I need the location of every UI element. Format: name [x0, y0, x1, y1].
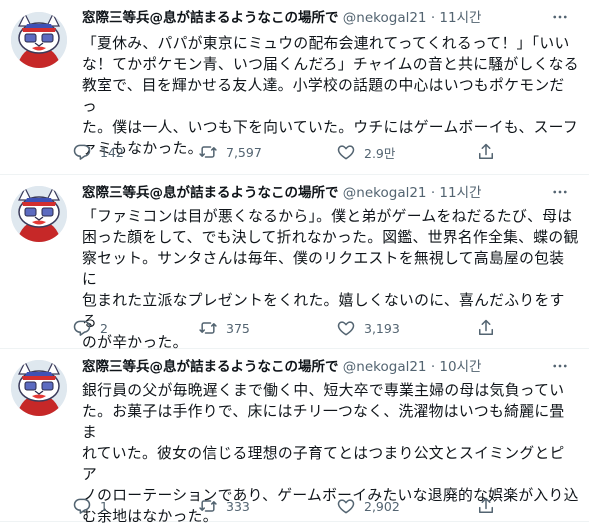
reply-count: 142: [100, 144, 124, 160]
tweet-timestamp[interactable]: 10시간: [439, 359, 481, 375]
reply-icon: [72, 142, 92, 162]
more-icon: [551, 357, 569, 375]
reply-button[interactable]: 2: [72, 318, 108, 338]
user-avatar[interactable]: [11, 360, 67, 416]
tweet-actions: 142 7,597 2.9만: [72, 142, 542, 162]
tweet-timestamp[interactable]: 11시간: [439, 185, 481, 201]
reply-icon: [72, 318, 92, 338]
more-icon: [551, 183, 569, 201]
tweet-header: 窓際三等兵@息が詰まるようなこの場所で @nekogal21 · 11시간: [82, 183, 579, 203]
retweet-icon: [198, 496, 218, 516]
retweet-icon: [198, 142, 218, 162]
tweet-actions: 2 375 3,193: [72, 318, 542, 338]
more-button[interactable]: [549, 181, 571, 203]
tweet-header: 窓際三等兵@息が詰まるようなこの場所で @nekogal21 · 11시간: [82, 8, 579, 28]
author-handle[interactable]: @nekogal21: [343, 359, 427, 375]
like-button[interactable]: 2,902: [336, 496, 400, 516]
like-count: 3,193: [364, 320, 400, 336]
tweet[interactable]: 窓際三等兵@息が詰まるようなこの場所で @nekogal21 · 10시간 銀行…: [0, 348, 589, 525]
cat-avatar-icon: [11, 186, 67, 242]
tweet-text: 「夏休み、パパが東京にミュウの配布会連れてってくれるって！」「いいな！てかポケモ…: [82, 35, 579, 157]
retweet-count: 333: [226, 498, 250, 514]
user-avatar[interactable]: [11, 186, 67, 242]
reply-button[interactable]: 1: [72, 496, 108, 516]
share-icon: [476, 496, 496, 516]
share-icon: [476, 142, 496, 162]
author-handle[interactable]: @nekogal21: [343, 10, 427, 26]
heart-icon: [336, 142, 356, 162]
separator-dot: ·: [430, 359, 436, 375]
reply-icon: [72, 496, 92, 516]
cat-avatar-icon: [11, 360, 67, 416]
more-button[interactable]: [549, 355, 571, 377]
more-button[interactable]: [549, 6, 571, 28]
heart-icon: [336, 496, 356, 516]
tweet[interactable]: 窓際三等兵@息が詰まるようなこの場所で @nekogal21 · 11시간 「フ…: [0, 174, 589, 351]
retweet-count: 7,597: [226, 144, 262, 160]
author-name[interactable]: 窓際三等兵@息が詰まるようなこの場所で: [82, 359, 339, 375]
retweet-icon: [198, 318, 218, 338]
author-name[interactable]: 窓際三等兵@息が詰まるようなこの場所で: [82, 185, 339, 201]
share-icon: [476, 318, 496, 338]
like-button[interactable]: 2.9만: [336, 142, 395, 162]
separator-dot: ·: [430, 10, 436, 26]
share-button[interactable]: [476, 496, 496, 516]
separator-dot: ·: [430, 185, 436, 201]
cat-avatar-icon: [11, 12, 67, 68]
heart-icon: [336, 318, 356, 338]
like-count: 2,902: [364, 498, 400, 514]
reply-button[interactable]: 142: [72, 142, 124, 162]
tweet-header: 窓際三等兵@息が詰まるようなこの場所で @nekogal21 · 10시간: [82, 357, 579, 377]
reply-count: 1: [100, 498, 108, 514]
reply-count: 2: [100, 320, 108, 336]
tweet[interactable]: 窓際三等兵@息が詰まるようなこの場所で @nekogal21 · 11시간 「夏…: [0, 0, 589, 175]
tweet-actions: 1 333 2,902: [72, 496, 542, 516]
like-button[interactable]: 3,193: [336, 318, 400, 338]
retweet-button[interactable]: 7,597: [198, 142, 262, 162]
retweet-count: 375: [226, 320, 250, 336]
retweet-button[interactable]: 375: [198, 318, 250, 338]
like-count: 2.9만: [364, 145, 396, 161]
tweet-timestamp[interactable]: 11시간: [439, 10, 481, 26]
author-handle[interactable]: @nekogal21: [343, 185, 427, 201]
share-button[interactable]: [476, 318, 496, 338]
user-avatar[interactable]: [11, 12, 67, 68]
share-button[interactable]: [476, 142, 496, 162]
more-icon: [551, 8, 569, 26]
retweet-button[interactable]: 333: [198, 496, 250, 516]
author-name[interactable]: 窓際三等兵@息が詰まるようなこの場所で: [82, 10, 339, 26]
